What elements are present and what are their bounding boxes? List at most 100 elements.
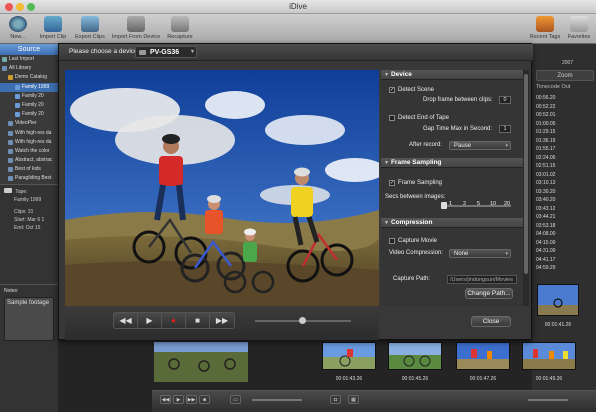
stop-mini-button[interactable]: ■ xyxy=(199,395,210,404)
recapture-button[interactable]: Recapture xyxy=(164,16,196,40)
compression-section-header[interactable]: ▼ Compression xyxy=(381,218,529,228)
sidebar-item[interactable]: Best of kids xyxy=(0,165,58,174)
chevron-down-icon: ▾ xyxy=(190,49,194,55)
rewind-button[interactable]: ◀◀ xyxy=(114,313,138,328)
screen-mini-button[interactable]: ▭ xyxy=(230,395,241,404)
position-slider[interactable] xyxy=(255,317,351,324)
after-record-select[interactable]: Pause ▾ xyxy=(449,141,511,150)
sidebar-item[interactable]: Family 20 xyxy=(0,101,58,110)
settings-scrollbar[interactable] xyxy=(523,70,529,306)
sidebar-item[interactable]: Watch the color xyxy=(0,147,58,156)
thumbnail-3[interactable] xyxy=(456,342,510,370)
video-preview[interactable] xyxy=(65,70,379,306)
import-from-device-button[interactable]: Import From Device xyxy=(110,16,162,40)
right-thumbnail[interactable] xyxy=(537,284,579,316)
timecode-row[interactable]: 04:41.17 xyxy=(536,256,594,265)
zoom-button[interactable]: Zoom xyxy=(536,70,594,81)
recent-tags-button[interactable]: Recent Tags xyxy=(528,16,562,40)
device-select[interactable]: PV-GS36 ▾ xyxy=(135,46,197,58)
timecode-row[interactable]: 00:56.20 xyxy=(536,94,594,103)
album-icon xyxy=(15,102,20,108)
thumbnail-2[interactable] xyxy=(388,342,442,370)
record-button[interactable]: ● xyxy=(162,313,186,328)
timecode-row[interactable]: 03:53.18 xyxy=(536,222,594,231)
timecode-row[interactable]: 03:30.20 xyxy=(536,188,594,197)
close-button[interactable]: Close xyxy=(471,316,511,327)
timecode-row[interactable]: 00:52.01 xyxy=(536,111,594,120)
timecode-row[interactable]: 03:01.02 xyxy=(536,171,594,180)
sidebar-item[interactable]: Family 20 xyxy=(0,110,58,119)
drop-frame-input[interactable]: 0 xyxy=(499,96,511,104)
rewind-mini-button[interactable]: ◀◀ xyxy=(160,395,171,404)
album-icon xyxy=(8,167,13,173)
sidebar-item[interactable]: Family 20 xyxy=(0,92,58,101)
forward-mini-button[interactable]: ▶▶ xyxy=(186,395,197,404)
timecode-row[interactable]: 03:10.13 xyxy=(536,179,594,188)
timecode-row[interactable]: 04:15.09 xyxy=(536,239,594,248)
position-slider-knob[interactable] xyxy=(299,317,306,324)
timecode-row[interactable]: 03:43.12 xyxy=(536,205,594,214)
sidebar-item[interactable]: With high-res da xyxy=(0,138,58,147)
secs-between-slider-knob[interactable] xyxy=(441,202,447,209)
minimize-window-icon[interactable] xyxy=(16,3,24,11)
fast-forward-button[interactable]: ▶▶ xyxy=(210,313,234,328)
capture-path-field[interactable]: /Users/jindongsun/Movies xyxy=(447,275,517,284)
timecode-row[interactable]: 03:44.21 xyxy=(536,213,594,222)
library-tree: Last Import All Library Demo Catalog Family… xyxy=(0,55,58,202)
play-button[interactable]: ▶ xyxy=(138,313,162,328)
gap-time-input[interactable]: 1 xyxy=(499,125,511,133)
album-icon xyxy=(8,148,13,154)
secs-tick-20: 20 xyxy=(504,201,511,207)
favorites-button[interactable]: Favorites xyxy=(564,16,594,40)
sidebar-item[interactable]: Family 1999 xyxy=(0,82,58,92)
timecode-row[interactable]: 01:36.19 xyxy=(536,137,594,146)
sidebar-item[interactable]: Last Import xyxy=(0,55,58,64)
close-window-icon[interactable] xyxy=(5,3,13,11)
timecode-row[interactable]: 04:59.29 xyxy=(536,264,594,273)
sidebar-item[interactable]: VideoPier xyxy=(0,119,58,128)
detect-end-of-tape-checkbox[interactable] xyxy=(389,115,395,121)
sidebar-item[interactable]: Abstract, abstrac xyxy=(0,156,58,165)
transport-buttons: ◀◀ ▶ ● ■ ▶▶ xyxy=(113,312,235,329)
zoom-window-icon[interactable] xyxy=(27,3,35,11)
timecode-row[interactable]: 01:29.15 xyxy=(536,128,594,137)
frame-sampling-section-header[interactable]: ▼ Frame Sampling xyxy=(381,158,529,168)
sidebar-item[interactable]: With high-res da xyxy=(0,129,58,138)
timecode-row[interactable]: 04:08.00 xyxy=(536,230,594,239)
sidebar-item[interactable]: Demo Catalog xyxy=(0,73,58,82)
export-clips-button[interactable]: Export Clips xyxy=(72,16,108,40)
thumbnail-1[interactable] xyxy=(322,342,376,370)
sidebar-item[interactable]: Paragliding Best xyxy=(0,174,58,183)
stop-button[interactable]: ■ xyxy=(186,313,210,328)
toolbar: New... Import Clip Export Clips Import F… xyxy=(0,14,596,44)
sidebar-item-label: Family 20 xyxy=(22,92,44,99)
sidebar-item-label: Paragliding Best xyxy=(15,175,52,182)
tape-start-row: Start: Mar 6 1 xyxy=(14,217,45,223)
camcorder-icon xyxy=(139,50,146,55)
import-clip-button[interactable]: Import Clip xyxy=(36,16,70,40)
mini-scrubber[interactable] xyxy=(252,399,302,401)
sidebar-item[interactable]: All Library xyxy=(0,64,58,73)
frame-sampling-checkbox[interactable]: ✓ xyxy=(389,180,395,186)
grid-mini-button[interactable]: ▦ xyxy=(348,395,359,404)
timecode-row[interactable]: 03:40.20 xyxy=(536,196,594,205)
settings-scrollbar-knob[interactable] xyxy=(524,74,528,274)
timecode-row[interactable]: 04:31.09 xyxy=(536,247,594,256)
timecode-row[interactable]: 02:24.06 xyxy=(536,154,594,163)
timecode-row[interactable]: 02:51.15 xyxy=(536,162,594,171)
thumbnail-4[interactable] xyxy=(522,342,576,370)
play-mini-button[interactable]: ▶ xyxy=(173,395,184,404)
capture-movie-checkbox[interactable] xyxy=(389,238,395,244)
video-compression-select[interactable]: None ▾ xyxy=(449,249,511,258)
timecode-row[interactable]: 00:52.22 xyxy=(536,103,594,112)
new-button[interactable]: New... xyxy=(6,16,30,40)
camera-icon xyxy=(127,16,145,32)
device-section-header[interactable]: ▼ Device xyxy=(381,70,529,80)
notes-textarea[interactable]: Sample footage xyxy=(4,297,54,341)
timecode-row[interactable]: 01:55.17 xyxy=(536,145,594,154)
detect-scene-checkbox[interactable]: ✓ xyxy=(389,87,395,93)
change-path-button[interactable]: Change Path... xyxy=(465,288,513,299)
camera-mini-button[interactable]: ◘ xyxy=(330,395,341,404)
timecode-row[interactable]: 01:00.05 xyxy=(536,120,594,129)
zoom-slider-mini[interactable] xyxy=(528,399,568,401)
